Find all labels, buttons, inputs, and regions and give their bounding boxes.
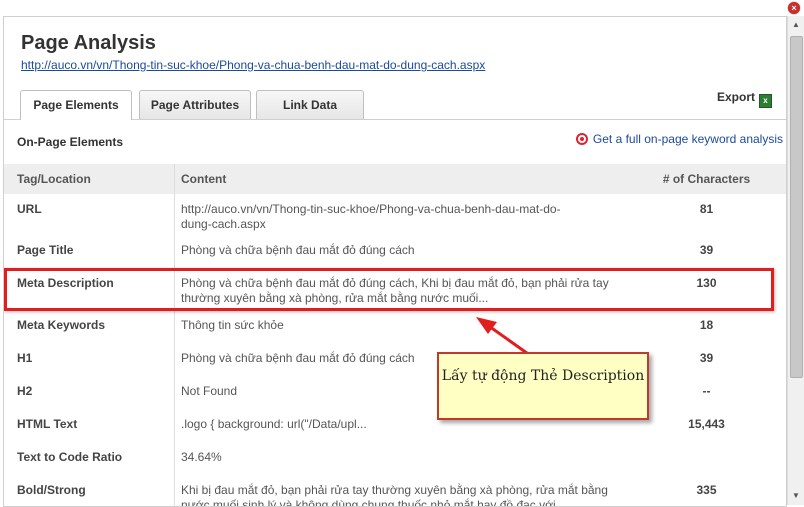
tab-page-elements[interactable]: Page Elements [20, 90, 132, 120]
annotation-callout: Lấy tự động Thẻ Description [437, 352, 649, 420]
annotation-arrow [476, 317, 549, 370]
